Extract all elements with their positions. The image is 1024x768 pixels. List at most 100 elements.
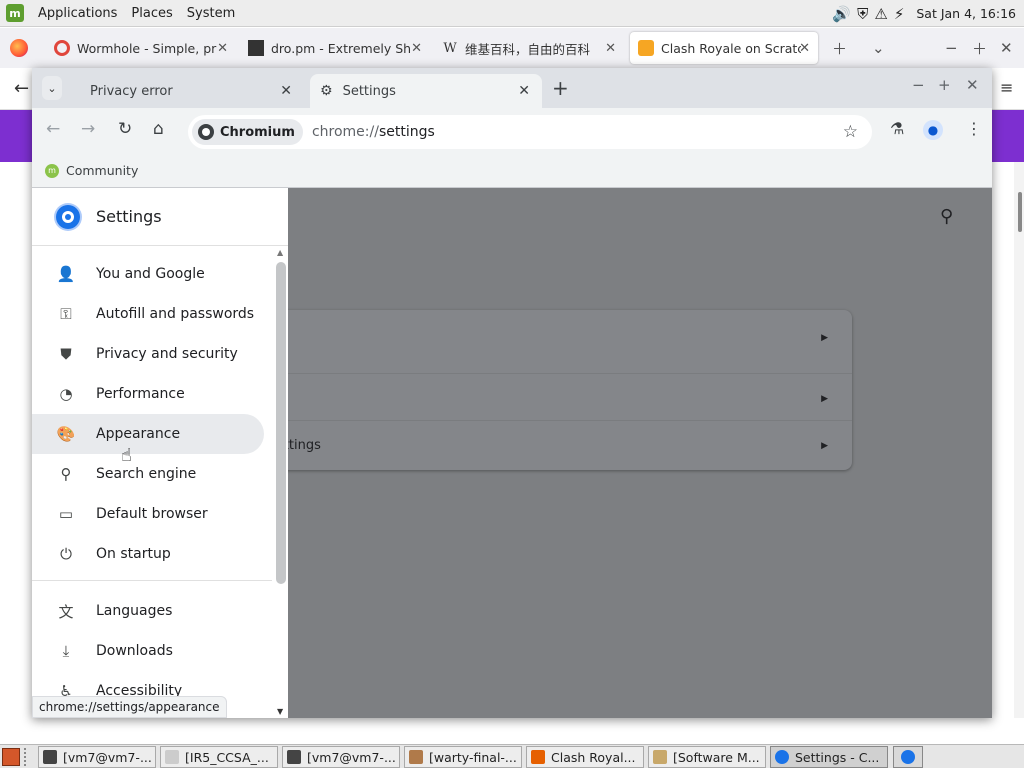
close-window-icon[interactable]: ✕ bbox=[1000, 28, 1013, 68]
bookmark-star-icon[interactable]: ☆ bbox=[843, 122, 858, 142]
volume-icon[interactable]: 🔊 bbox=[832, 5, 851, 23]
nav-downloads[interactable]: ⤓ Downloads bbox=[32, 631, 264, 671]
close-tab-icon[interactable]: ✕ bbox=[518, 83, 530, 99]
search-icon[interactable]: ⚲ bbox=[940, 206, 953, 227]
firefox-tab[interactable]: dro.pm - Extremely Sh ✕ bbox=[240, 32, 430, 64]
chevron-right-icon: ▶ bbox=[821, 333, 828, 343]
settings-card: ▶ services ▶ ks and settings ▶ bbox=[222, 310, 852, 470]
terminal-icon bbox=[287, 750, 301, 764]
new-tab-icon[interactable]: + bbox=[552, 76, 569, 100]
back-arrow-icon[interactable]: ← bbox=[46, 119, 60, 139]
forward-arrow-icon[interactable]: → bbox=[81, 119, 95, 139]
nav-you-and-google[interactable]: 👤 You and Google bbox=[32, 254, 264, 294]
show-desktop-icon[interactable] bbox=[2, 748, 20, 766]
shield-icon: ⛊ bbox=[60, 345, 72, 363]
bookmarks-bar: m Community bbox=[32, 154, 992, 188]
card-row[interactable]: ▶ bbox=[222, 313, 852, 363]
scroll-up-icon[interactable]: ▲ bbox=[277, 248, 283, 257]
firefox-tab-label: Wormhole - Simple, pr bbox=[77, 40, 217, 56]
taskbar-item[interactable]: [IR5_CCSA_... bbox=[160, 746, 278, 768]
site-info-chip[interactable]: Chromium bbox=[192, 119, 303, 145]
scroll-thumb[interactable] bbox=[1018, 192, 1022, 232]
labs-flask-icon[interactable]: ⚗ bbox=[890, 119, 904, 138]
person-icon: 👤 bbox=[56, 265, 76, 283]
nav-performance[interactable]: ◔ Performance bbox=[32, 374, 264, 414]
firefox-tab[interactable]: W 维基百科，自由的百科 ✕ bbox=[434, 32, 624, 64]
chevron-down-icon[interactable]: ⌄ bbox=[872, 28, 885, 68]
url-host: settings bbox=[378, 124, 435, 140]
nav-divider bbox=[32, 580, 272, 581]
card-row[interactable]: ks and settings ▶ bbox=[222, 420, 852, 470]
clock[interactable]: Sat Jan 4, 16:16 bbox=[916, 6, 1016, 21]
bookmark-community[interactable]: Community bbox=[66, 163, 138, 178]
minimize-icon[interactable]: − bbox=[912, 76, 925, 94]
address-bar[interactable]: Chromium chrome://settings ☆ bbox=[188, 115, 872, 149]
close-window-icon[interactable]: ✕ bbox=[966, 76, 979, 94]
new-tab-icon[interactable]: ＋ bbox=[832, 28, 847, 68]
nav-default-browser[interactable]: ▭ Default browser bbox=[32, 494, 264, 534]
tab-search-chevron-icon[interactable]: ⌄ bbox=[42, 76, 62, 100]
taskbar-item[interactable]: [vm7@vm7-... bbox=[282, 746, 400, 768]
chip-label: Chromium bbox=[220, 124, 295, 140]
nav-search-engine[interactable]: ⚲ Search engine bbox=[32, 454, 264, 494]
firefox-icon[interactable] bbox=[10, 39, 28, 57]
nav-privacy[interactable]: ⛊ Privacy and security bbox=[32, 334, 264, 374]
places-menu[interactable]: Places bbox=[125, 6, 178, 21]
workspace-switcher[interactable] bbox=[893, 746, 923, 768]
url-text[interactable]: chrome://settings bbox=[312, 124, 435, 140]
close-icon[interactable]: ✕ bbox=[799, 41, 810, 56]
taskbar-item-label: [IR5_CCSA_... bbox=[185, 749, 269, 765]
network-icon[interactable]: ⚡ bbox=[894, 5, 905, 23]
close-icon[interactable]: ✕ bbox=[411, 41, 422, 56]
taskbar-item[interactable]: [vm7@vm7-... bbox=[38, 746, 156, 768]
firefox-tab[interactable]: Wormhole - Simple, pr ✕ bbox=[46, 32, 236, 64]
taskbar-item-label: [warty-final-... bbox=[429, 749, 517, 765]
chromium-icon bbox=[775, 750, 789, 764]
tab-privacy-error[interactable]: Privacy error ✕ bbox=[68, 74, 304, 108]
nav-label: Downloads bbox=[96, 643, 173, 659]
taskbar-item[interactable]: [Software M... bbox=[648, 746, 766, 768]
close-icon[interactable]: ✕ bbox=[605, 41, 616, 56]
mint-logo-icon[interactable]: m bbox=[6, 4, 24, 22]
power-icon: ⏻ bbox=[60, 545, 72, 563]
tab-settings[interactable]: ⚙ Settings ✕ bbox=[310, 74, 542, 108]
firefox-tabbar: Wormhole - Simple, pr ✕ dro.pm - Extreme… bbox=[0, 28, 1024, 68]
minimize-icon[interactable]: − bbox=[945, 28, 958, 68]
system-menu[interactable]: System bbox=[181, 6, 241, 21]
nav-languages[interactable]: 文 Languages bbox=[32, 591, 264, 631]
profile-avatar-icon[interactable]: ● bbox=[923, 120, 943, 140]
applications-menu[interactable]: Applications bbox=[32, 6, 123, 21]
card-row[interactable]: services ▶ bbox=[222, 373, 852, 423]
firefox-tab-active[interactable]: Clash Royale on Scratc ✕ bbox=[630, 32, 818, 64]
dropm-icon bbox=[248, 40, 264, 56]
nav-label: Privacy and security bbox=[96, 346, 238, 362]
more-menu-icon[interactable]: ⋮ bbox=[966, 119, 982, 138]
wormhole-icon bbox=[54, 40, 70, 56]
chevron-right-icon: ▶ bbox=[821, 440, 828, 451]
taskbar-item[interactable]: Clash Royal... bbox=[526, 746, 644, 768]
taskbar-item-active[interactable]: Settings - C... bbox=[770, 746, 888, 768]
reload-icon[interactable]: ↻ bbox=[118, 119, 132, 139]
nav-autofill[interactable]: ⚿ Autofill and passwords bbox=[32, 294, 264, 334]
maximize-icon[interactable]: + bbox=[938, 76, 951, 94]
maximize-icon[interactable]: ＋ bbox=[972, 28, 987, 68]
chromium-toolbar: ← → ↻ ⌂ Chromium chrome://settings ☆ ⚗ ●… bbox=[32, 108, 992, 154]
translate-icon: 文 bbox=[58, 602, 74, 621]
back-arrow-icon[interactable]: ← bbox=[14, 78, 29, 99]
nav-appearance[interactable]: 🎨 Appearance bbox=[32, 414, 264, 454]
shield-tray-icon[interactable]: ⛨ bbox=[857, 5, 868, 23]
taskbar-item[interactable]: [warty-final-... bbox=[404, 746, 522, 768]
hamburger-menu-icon[interactable]: ≡ bbox=[1000, 78, 1013, 97]
system-tray: 🔊 ⛨ ⚠ ⚡ Sat Jan 4, 16:16 bbox=[832, 0, 1016, 27]
scroll-thumb[interactable] bbox=[276, 262, 286, 584]
search-icon: ⚲ bbox=[60, 465, 72, 483]
firefox-scrollbar[interactable] bbox=[1014, 162, 1024, 718]
drawer-scrollbar[interactable]: ▲ ▼ bbox=[274, 246, 288, 718]
taskbar-item-label: [Software M... bbox=[673, 749, 760, 765]
close-icon[interactable]: ✕ bbox=[217, 41, 228, 56]
home-icon[interactable]: ⌂ bbox=[153, 119, 164, 139]
close-tab-icon[interactable]: ✕ bbox=[280, 83, 292, 99]
scroll-down-icon[interactable]: ▼ bbox=[277, 707, 283, 716]
nav-on-startup[interactable]: ⏻ On startup bbox=[32, 534, 264, 574]
alert-icon[interactable]: ⚠ bbox=[874, 5, 887, 23]
